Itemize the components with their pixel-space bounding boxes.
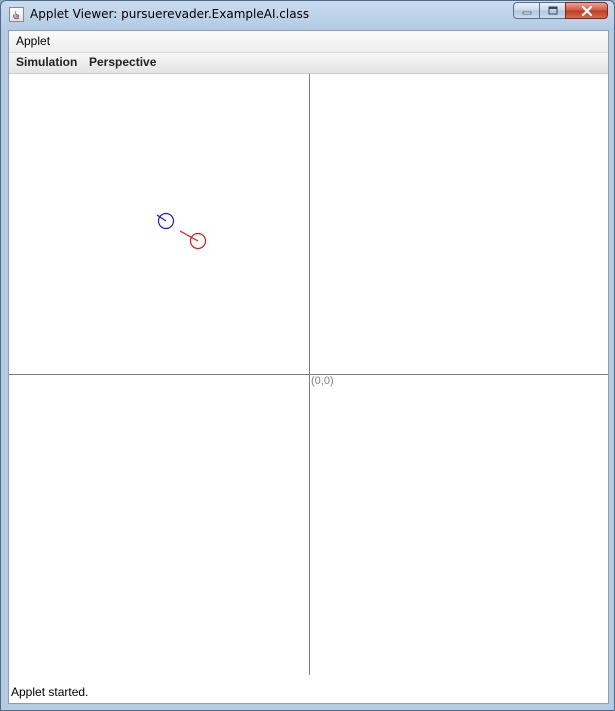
maximize-icon: [548, 6, 557, 15]
evader-agent: [156, 212, 175, 230]
applet-viewer-window: Applet Viewer: pursuerevader.ExampleAI.c…: [0, 0, 615, 711]
window-controls: [513, 2, 608, 20]
pursuer-agent: [179, 230, 207, 250]
java-app-icon[interactable]: [9, 7, 24, 22]
applet-menubar: Applet: [9, 31, 608, 53]
minimize-icon: [522, 11, 531, 14]
close-button[interactable]: [565, 2, 608, 19]
menu-applet[interactable]: Applet: [16, 31, 50, 52]
maximize-button[interactable]: [539, 2, 565, 19]
close-icon: [581, 5, 592, 16]
minimize-button[interactable]: [513, 2, 539, 19]
window-title: Applet Viewer: pursuerevader.ExampleAI.c…: [30, 7, 310, 21]
applet-client-area: Applet Simulation Perspective (0,0) Appl…: [8, 30, 609, 704]
simulation-menubar: Simulation Perspective: [9, 53, 608, 74]
status-bar-text: Applet started.: [11, 685, 89, 699]
agents-layer: [156, 212, 207, 250]
menu-simulation[interactable]: Simulation: [16, 53, 77, 73]
menu-perspective[interactable]: Perspective: [89, 53, 156, 73]
title-bar[interactable]: Applet Viewer: pursuerevader.ExampleAI.c…: [1, 1, 614, 29]
simulation-canvas[interactable]: (0,0): [9, 74, 608, 675]
